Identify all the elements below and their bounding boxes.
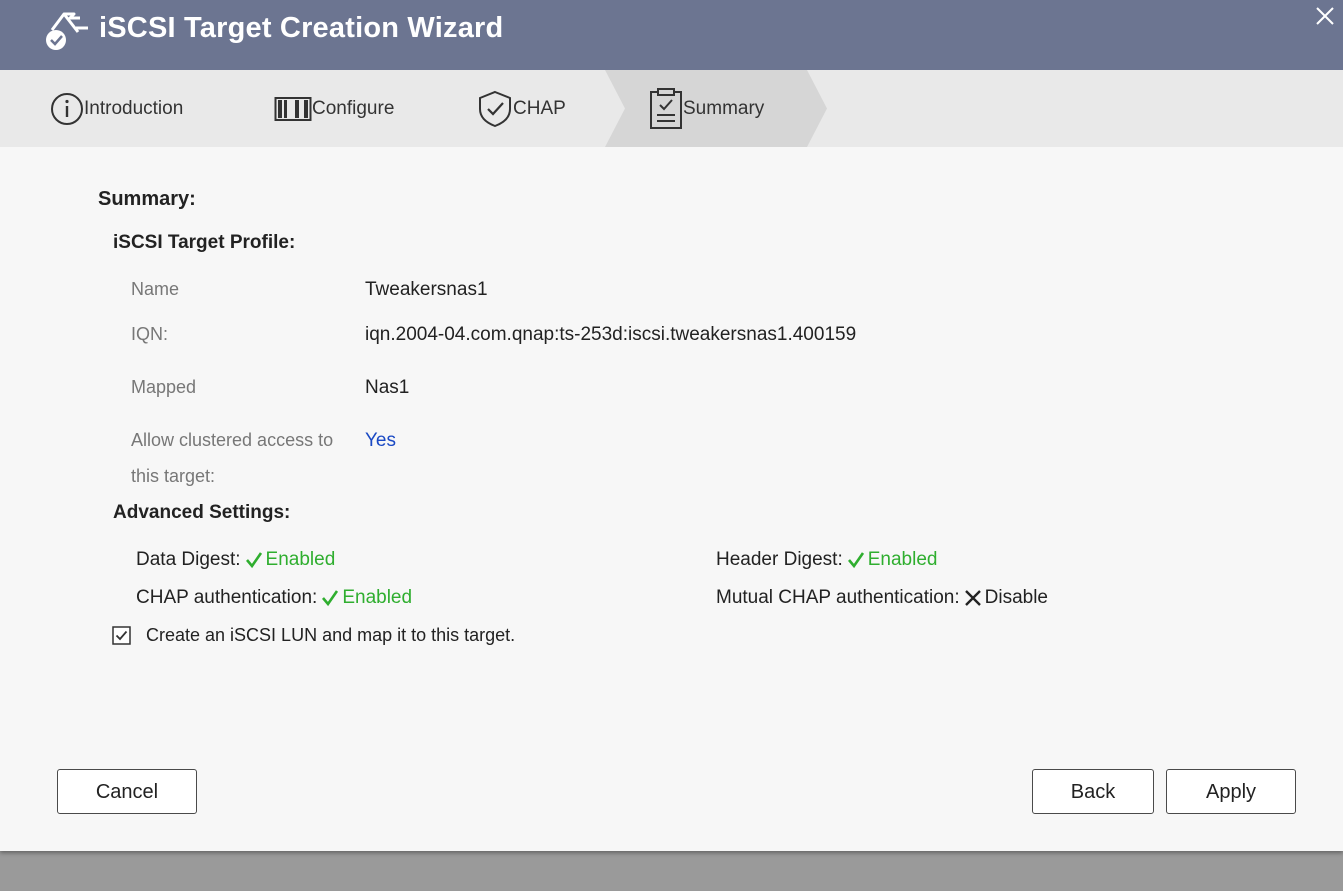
iscsi-target-icon <box>46 12 88 50</box>
iqn-label: IQN: <box>131 324 169 344</box>
shield-check-icon <box>479 90 511 127</box>
drive-icon <box>274 96 312 121</box>
step-label: Introduction <box>84 97 184 119</box>
chap-auth-status-text: Enabled <box>342 587 413 608</box>
header-digest-status: Enabled <box>843 549 938 571</box>
cross-icon <box>964 590 981 606</box>
checkmark-icon <box>847 552 864 569</box>
data-digest-status-text: Enabled <box>265 549 336 570</box>
wizard-window: iSCSI Target Creation Wizard Introductio… <box>0 0 1343 851</box>
create-lun-label: Create an iSCSI LUN and map it to this t… <box>146 625 516 645</box>
step-chap[interactable]: CHAP <box>477 70 566 147</box>
mutual-chap-status-text: Disable <box>984 587 1048 608</box>
title-bar: iSCSI Target Creation Wizard <box>0 0 1343 70</box>
close-icon[interactable] <box>1312 3 1338 29</box>
step-label: Summary <box>683 97 765 119</box>
data-digest-label: Data Digest: <box>136 549 241 570</box>
chap-auth-status: Enabled <box>317 587 412 609</box>
window-title: iSCSI Target Creation Wizard <box>99 12 504 44</box>
data-digest-status: Enabled <box>241 549 336 571</box>
iqn-value: iqn.2004-04.com.qnap:ts-253d:iscsi.tweak… <box>365 324 857 345</box>
apply-button[interactable]: Apply <box>1166 769 1296 814</box>
chap-auth-row: CHAP authentication: Enabled <box>136 587 412 609</box>
profile-heading: iSCSI Target Profile: <box>113 232 296 253</box>
header-digest-label: Header Digest: <box>716 549 843 570</box>
checkmark-icon <box>322 590 339 607</box>
clustered-access-label: Allow clustered access to this target: <box>131 422 333 494</box>
wizard-steps: Introduction Configure CHAP Summary <box>0 70 1343 147</box>
chap-auth-label: CHAP authentication: <box>136 587 318 608</box>
mapped-label: Mapped <box>131 377 197 397</box>
header-digest-status-text: Enabled <box>867 549 938 570</box>
name-label: Name <box>131 279 180 299</box>
summary-heading: Summary: <box>98 188 196 210</box>
name-value: Tweakersnas1 <box>365 279 488 300</box>
clustered-access-label-line2: this target: <box>131 466 216 486</box>
step-label: Configure <box>312 97 395 119</box>
back-button[interactable]: Back <box>1032 769 1154 814</box>
mutual-chap-label: Mutual CHAP authentication: <box>716 587 960 608</box>
data-digest-row: Data Digest: Enabled <box>136 549 335 571</box>
mutual-chap-status: Disable <box>960 587 1048 609</box>
summary-panel: Summary: iSCSI Target Profile: Name Twea… <box>0 147 1343 851</box>
clustered-access-value: Yes <box>365 430 396 451</box>
cancel-button[interactable]: Cancel <box>57 769 197 814</box>
create-lun-checkbox[interactable] <box>112 626 131 645</box>
clustered-access-label-line1: Allow clustered access to <box>131 430 334 450</box>
create-lun-option: Create an iSCSI LUN and map it to this t… <box>112 625 515 646</box>
checkmark-icon <box>245 552 262 569</box>
header-digest-row: Header Digest: Enabled <box>716 549 937 571</box>
clipboard-check-icon <box>650 87 682 129</box>
step-summary[interactable]: Summary <box>649 70 764 147</box>
step-introduction[interactable]: Introduction <box>50 70 183 147</box>
info-icon <box>51 92 83 125</box>
step-label: CHAP <box>513 97 566 119</box>
mapped-value: Nas1 <box>365 377 410 398</box>
mutual-chap-row: Mutual CHAP authentication: Disable <box>716 587 1048 609</box>
advanced-heading: Advanced Settings: <box>113 502 291 523</box>
step-configure[interactable]: Configure <box>274 70 394 147</box>
